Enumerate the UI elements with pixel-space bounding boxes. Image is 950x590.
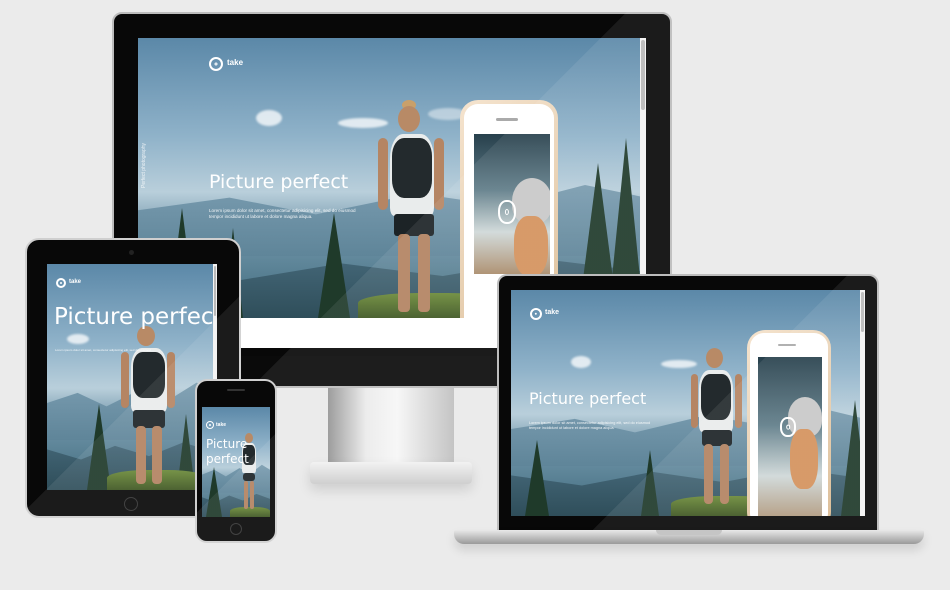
laptop-hero-body: Lorem ipsum dolor sit amet, consectetur … (529, 421, 659, 431)
smartphone-device: take Picture perfect (195, 379, 277, 543)
laptop-notch (656, 530, 722, 535)
laptop-phone-mockup (747, 330, 831, 516)
smartphone-headline-line-2: perfect (206, 452, 249, 466)
tablet-hero-body-line-1: Lorem ipsum dolor sit amet, consectetur … (55, 348, 151, 352)
hiker-figure (378, 100, 448, 318)
tablet-camera (129, 250, 134, 255)
monitor-stand-base (310, 462, 472, 484)
tablet-scrollbar-thumb[interactable] (214, 266, 216, 316)
hero-headline: Picture perfect (209, 171, 349, 193)
tablet-brand-name[interactable]: take (69, 279, 81, 285)
phone-speaker (496, 118, 518, 121)
smartphone-headline-line-1: Picture (206, 437, 248, 451)
laptop-hiker-figure (691, 346, 743, 516)
camera-icon[interactable] (498, 200, 516, 224)
laptop-camera-icon[interactable] (780, 417, 796, 437)
smartphone-hero-headline: Picture perfect (206, 437, 249, 467)
tablet-hero-body: Lorem ipsum dolor sit amet, consectetur … (55, 348, 215, 352)
brand-name[interactable]: take (227, 58, 243, 67)
ring-logo-icon[interactable] (209, 57, 223, 71)
monitor-stand-neck (328, 388, 454, 466)
tablet-hero-headline: Picture perfect (54, 304, 217, 330)
laptop-screen: take Picture perfect Lorem ipsum dolor s… (511, 290, 865, 516)
smartphone-home-button-icon[interactable] (230, 523, 242, 535)
monitor-scrollbar-thumb[interactable] (641, 40, 645, 110)
laptop-device: take Picture perfect Lorem ipsum dolor s… (497, 274, 879, 532)
side-label: Perfect photography (141, 142, 147, 188)
smartphone-ring-logo-icon[interactable] (206, 421, 214, 429)
home-button-icon[interactable] (124, 497, 138, 511)
smartphone-screen: take Picture perfect (202, 407, 270, 517)
laptop-scrollbar-thumb[interactable] (861, 292, 864, 332)
smartphone-brand-name[interactable]: take (216, 422, 226, 428)
laptop-phone-speaker (778, 344, 796, 346)
laptop-brand-name[interactable]: take (545, 309, 559, 316)
laptop-ring-logo-icon[interactable] (530, 308, 542, 320)
laptop-hero-headline: Picture perfect (529, 389, 647, 408)
laptop-scrollbar[interactable] (860, 290, 865, 516)
tablet-screen: take Picture perfect Lorem ipsum dolor s… (47, 264, 217, 490)
tablet-ring-logo-icon[interactable] (56, 278, 66, 288)
laptop-hero-body-line-2: tempor incididunt ut labore et dolore ma… (529, 426, 615, 431)
smartphone-speaker (227, 389, 245, 391)
hero-body: Lorem ipsum dolor sit amet, consectetur … (209, 208, 369, 220)
hero-body-line-2: tempor incididunt ut labore et dolore ma… (209, 214, 313, 220)
